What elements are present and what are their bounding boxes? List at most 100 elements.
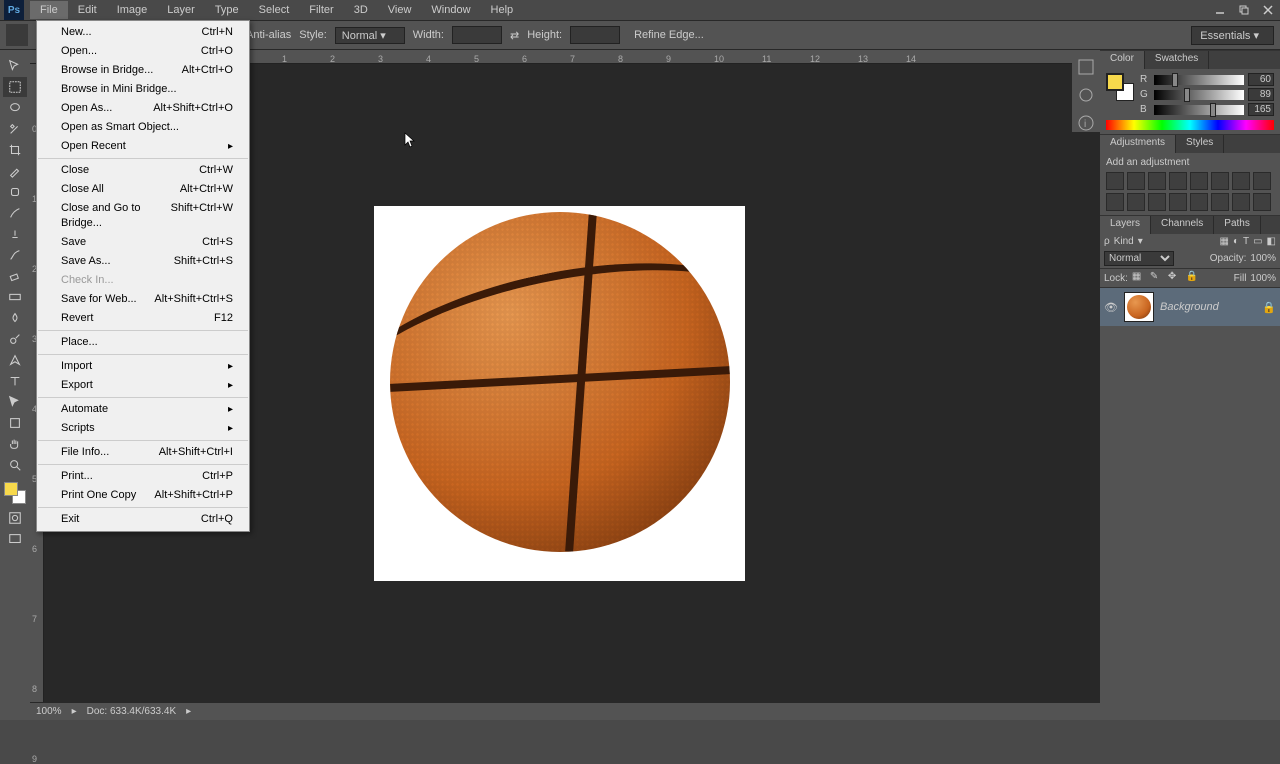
file-menu-file-info[interactable]: File Info...Alt+Shift+Ctrl+I xyxy=(37,443,249,462)
filter-smart-icon[interactable]: ◧ xyxy=(1267,236,1276,247)
menu-type[interactable]: Type xyxy=(205,1,249,19)
posterize-adj-icon[interactable] xyxy=(1190,193,1208,211)
canvas[interactable] xyxy=(374,206,745,581)
channels-tab[interactable]: Channels xyxy=(1151,216,1214,234)
gradient-tool[interactable] xyxy=(3,287,27,307)
lookup-adj-icon[interactable] xyxy=(1148,193,1166,211)
file-menu-close-all[interactable]: Close AllAlt+Ctrl+W xyxy=(37,180,249,199)
g-slider[interactable] xyxy=(1154,90,1244,100)
adjustments-tab[interactable]: Adjustments xyxy=(1100,135,1176,153)
zoom-tool[interactable] xyxy=(3,455,27,475)
color-picker[interactable] xyxy=(4,482,26,504)
zoom-value[interactable]: 100% xyxy=(36,706,62,717)
lasso-tool[interactable] xyxy=(3,98,27,118)
screen-mode-tool[interactable] xyxy=(3,529,27,549)
minimize-button[interactable] xyxy=(1208,1,1232,19)
file-menu-print[interactable]: Print...Ctrl+P xyxy=(37,467,249,486)
file-menu-import[interactable]: Import xyxy=(37,357,249,376)
file-menu-revert[interactable]: RevertF12 xyxy=(37,309,249,328)
styles-tab[interactable]: Styles xyxy=(1176,135,1224,153)
fill-value[interactable]: 100% xyxy=(1250,273,1276,284)
pen-tool[interactable] xyxy=(3,350,27,370)
file-menu-print-one-copy[interactable]: Print One CopyAlt+Shift+Ctrl+P xyxy=(37,486,249,505)
menu-edit[interactable]: Edit xyxy=(68,1,107,19)
lock-all-icon[interactable]: 🔒 xyxy=(1186,271,1200,285)
height-input[interactable] xyxy=(570,26,620,44)
filter-type-icon[interactable]: T xyxy=(1243,236,1249,247)
type-tool[interactable] xyxy=(3,371,27,391)
file-menu-save-for-web[interactable]: Save for Web...Alt+Shift+Ctrl+S xyxy=(37,290,249,309)
file-menu-export[interactable]: Export xyxy=(37,376,249,395)
blur-tool[interactable] xyxy=(3,308,27,328)
paths-tab[interactable]: Paths xyxy=(1214,216,1261,234)
eyedropper-tool[interactable] xyxy=(3,161,27,181)
filter-pixel-icon[interactable]: ▦ xyxy=(1219,236,1228,247)
blend-mode-select[interactable]: Normal xyxy=(1104,251,1174,266)
r-value[interactable]: 60 xyxy=(1248,73,1274,86)
menu-window[interactable]: Window xyxy=(421,1,480,19)
layer-row-background[interactable]: 👁 Background 🔒 xyxy=(1100,288,1280,326)
brightness-adj-icon[interactable] xyxy=(1106,172,1124,190)
hand-tool[interactable] xyxy=(3,434,27,454)
brush-tool[interactable] xyxy=(3,203,27,223)
filter-shape-icon[interactable]: ▭ xyxy=(1253,236,1262,247)
file-menu-open-recent[interactable]: Open Recent xyxy=(37,137,249,156)
history-panel-icon[interactable] xyxy=(1077,58,1095,76)
history-brush-tool[interactable] xyxy=(3,245,27,265)
color-balance-adj-icon[interactable] xyxy=(1232,172,1250,190)
filter-adj-icon[interactable]: ◐ xyxy=(1233,236,1239,247)
path-tool[interactable] xyxy=(3,392,27,412)
doc-info[interactable]: Doc: 633.4K/633.4K xyxy=(87,706,177,717)
file-menu-open-as[interactable]: Open As...Alt+Shift+Ctrl+O xyxy=(37,99,249,118)
file-menu-scripts[interactable]: Scripts xyxy=(37,419,249,438)
menu-image[interactable]: Image xyxy=(107,1,158,19)
levels-adj-icon[interactable] xyxy=(1127,172,1145,190)
menu-help[interactable]: Help xyxy=(481,1,524,19)
opacity-value[interactable]: 100% xyxy=(1250,253,1276,264)
marquee-tool[interactable] xyxy=(3,77,27,97)
file-menu-browse-in-mini-bridge[interactable]: Browse in Mini Bridge... xyxy=(37,80,249,99)
style-select[interactable]: Normal ▾ xyxy=(335,27,405,44)
channel-mixer-adj-icon[interactable] xyxy=(1127,193,1145,211)
file-menu-close[interactable]: CloseCtrl+W xyxy=(37,161,249,180)
shape-tool[interactable] xyxy=(3,413,27,433)
hue-adj-icon[interactable] xyxy=(1211,172,1229,190)
file-menu-automate[interactable]: Automate xyxy=(37,400,249,419)
photo-filter-adj-icon[interactable] xyxy=(1106,193,1124,211)
file-menu-close-and-go-to-bridge[interactable]: Close and Go to Bridge...Shift+Ctrl+W xyxy=(37,199,249,233)
properties-panel-icon[interactable] xyxy=(1077,86,1095,104)
gradient-map-adj-icon[interactable] xyxy=(1232,193,1250,211)
bw-adj-icon[interactable] xyxy=(1253,172,1271,190)
color-tab[interactable]: Color xyxy=(1100,51,1145,69)
width-input[interactable] xyxy=(452,26,502,44)
close-button[interactable] xyxy=(1256,1,1280,19)
b-slider[interactable] xyxy=(1154,105,1244,115)
file-menu-browse-in-bridge[interactable]: Browse in Bridge...Alt+Ctrl+O xyxy=(37,61,249,80)
swap-icon[interactable]: ⇄ xyxy=(510,29,519,42)
file-menu-place[interactable]: Place... xyxy=(37,333,249,352)
info-panel-icon[interactable]: i xyxy=(1077,114,1095,132)
file-menu-save[interactable]: SaveCtrl+S xyxy=(37,233,249,252)
g-value[interactable]: 89 xyxy=(1248,88,1274,101)
exposure-adj-icon[interactable] xyxy=(1169,172,1187,190)
zoom-icon[interactable]: ▸ xyxy=(72,706,77,717)
file-menu-new[interactable]: New...Ctrl+N xyxy=(37,23,249,42)
menu-3d[interactable]: 3D xyxy=(344,1,378,19)
curves-adj-icon[interactable] xyxy=(1148,172,1166,190)
layer-name[interactable]: Background xyxy=(1160,301,1219,313)
menu-select[interactable]: Select xyxy=(249,1,300,19)
swatches-tab[interactable]: Swatches xyxy=(1145,51,1209,69)
lock-trans-icon[interactable]: ▦ xyxy=(1132,271,1146,285)
file-menu-save-as[interactable]: Save As...Shift+Ctrl+S xyxy=(37,252,249,271)
healing-tool[interactable] xyxy=(3,182,27,202)
visibility-icon[interactable]: 👁 xyxy=(1104,301,1118,314)
threshold-adj-icon[interactable] xyxy=(1211,193,1229,211)
workspace-switcher[interactable]: Essentials ▾ xyxy=(1191,26,1274,45)
lock-pos-icon[interactable]: ✥ xyxy=(1168,271,1182,285)
layers-tab[interactable]: Layers xyxy=(1100,216,1151,234)
refine-edge-button[interactable]: Refine Edge... xyxy=(628,29,710,41)
vibrance-adj-icon[interactable] xyxy=(1190,172,1208,190)
menu-layer[interactable]: Layer xyxy=(157,1,205,19)
file-menu-open-as-smart-object[interactable]: Open as Smart Object... xyxy=(37,118,249,137)
move-tool[interactable] xyxy=(3,56,27,76)
